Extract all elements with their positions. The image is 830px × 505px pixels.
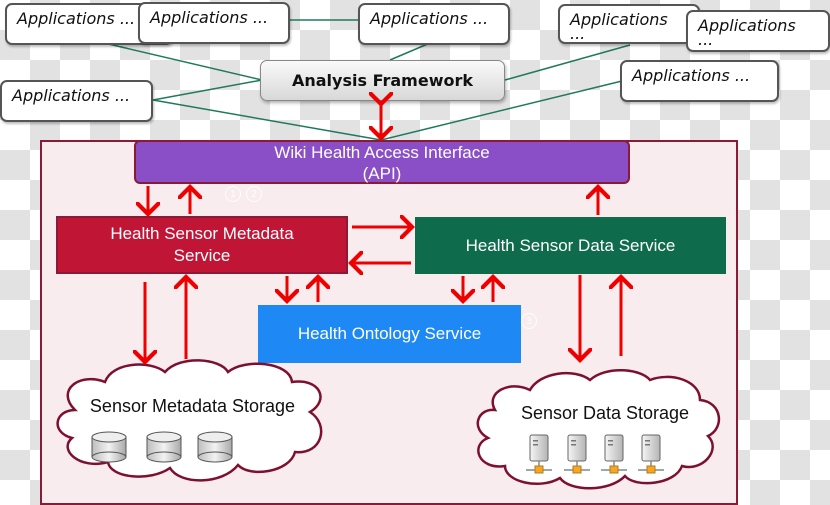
arrow-layer (0, 0, 830, 505)
